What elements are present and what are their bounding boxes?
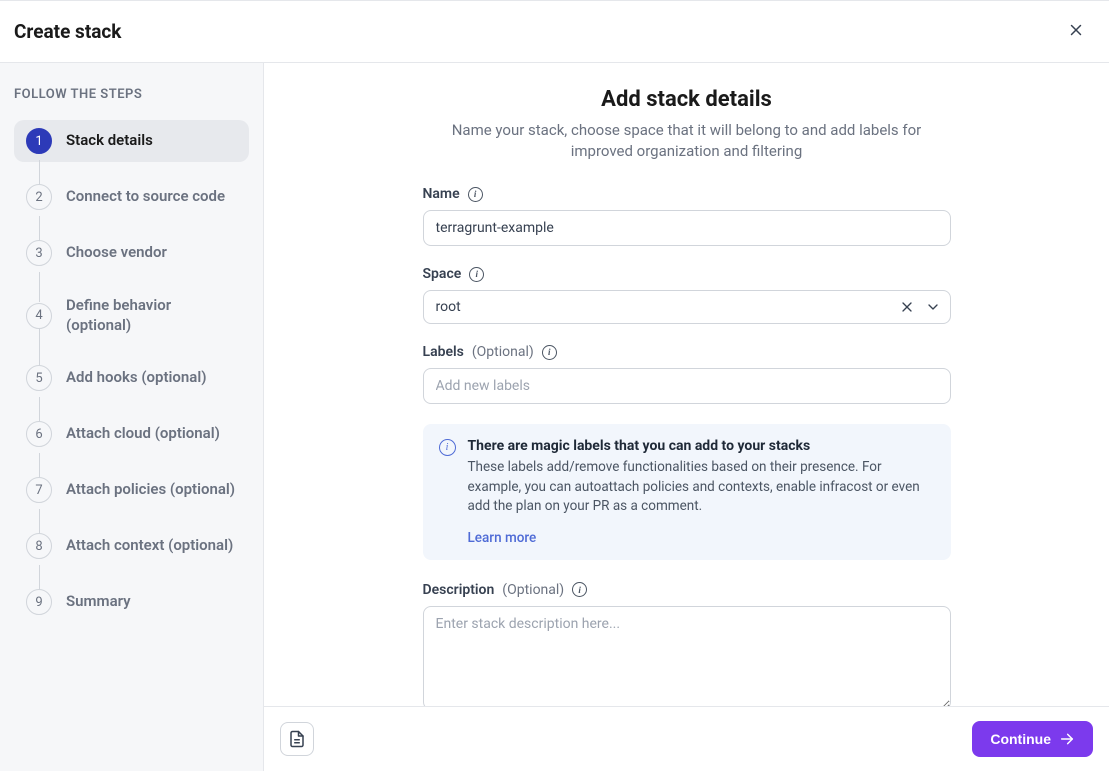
continue-label: Continue <box>990 731 1051 747</box>
step-5[interactable]: 5 Add hooks (optional) <box>14 357 249 399</box>
close-button[interactable] <box>1063 17 1089 46</box>
step-number: 5 <box>26 365 52 391</box>
description-label: Description <box>423 582 495 598</box>
field-name: Name i <box>423 186 951 246</box>
step-4[interactable]: 4 Define behavior (optional) <box>14 288 249 343</box>
space-label: Space <box>423 266 462 282</box>
magic-labels-callout: i There are magic labels that you can ad… <box>423 424 951 560</box>
name-input[interactable] <box>423 210 951 246</box>
step-1[interactable]: 1 Stack details <box>14 120 249 162</box>
space-select[interactable]: root <box>423 290 951 324</box>
step-number: 8 <box>26 533 52 559</box>
step-number: 7 <box>26 477 52 503</box>
step-number: 9 <box>26 589 52 615</box>
main-panel: Add stack details Name your stack, choos… <box>264 63 1109 771</box>
steps-sidebar: Follow the steps 1 Stack details 2 Connect … <box>0 63 264 771</box>
field-description: Description (Optional) i <box>423 582 951 706</box>
info-icon[interactable]: i <box>542 345 557 360</box>
info-icon: i <box>439 439 456 456</box>
arrow-right-icon <box>1059 731 1075 747</box>
labels-input[interactable] <box>423 368 951 404</box>
step-9[interactable]: 9 Summary <box>14 581 249 623</box>
modal-title: Create stack <box>14 20 121 43</box>
step-label: Stack details <box>66 131 153 151</box>
step-7[interactable]: 7 Attach policies (optional) <box>14 469 249 511</box>
callout-text: These labels add/remove functionalities … <box>468 458 935 517</box>
step-label: Attach context (optional) <box>66 536 233 556</box>
info-icon[interactable]: i <box>469 267 484 282</box>
info-icon[interactable]: i <box>468 187 483 202</box>
document-button[interactable] <box>280 722 314 756</box>
field-labels: Labels (Optional) i <box>423 344 951 404</box>
step-2[interactable]: 2 Connect to source code <box>14 176 249 218</box>
step-8[interactable]: 8 Attach context (optional) <box>14 525 249 567</box>
modal-header: Create stack <box>0 0 1109 63</box>
step-label: Attach policies (optional) <box>66 480 235 500</box>
callout-title: There are magic labels that you can add … <box>468 438 935 454</box>
clear-icon[interactable] <box>899 299 915 315</box>
labels-optional: (Optional) <box>472 344 534 360</box>
step-number: 3 <box>26 240 52 266</box>
step-6[interactable]: 6 Attach cloud (optional) <box>14 413 249 455</box>
name-label: Name <box>423 186 460 202</box>
page-title: Add stack details <box>304 87 1069 112</box>
step-label: Summary <box>66 592 131 612</box>
document-icon <box>288 730 306 748</box>
step-label: Attach cloud (optional) <box>66 424 220 444</box>
step-number: 4 <box>26 303 52 329</box>
page-subtitle: Name your stack, choose space that it wi… <box>427 120 947 162</box>
sidebar-heading: Follow the steps <box>14 87 249 102</box>
description-optional: (Optional) <box>502 582 564 598</box>
step-label: Add hooks (optional) <box>66 368 207 388</box>
info-icon[interactable]: i <box>572 582 587 597</box>
step-label: Define behavior (optional) <box>66 296 237 335</box>
close-icon <box>1067 21 1085 39</box>
step-number: 1 <box>26 128 52 154</box>
footer-bar: Continue <box>264 706 1109 771</box>
step-label: Connect to source code <box>66 187 225 207</box>
learn-more-link[interactable]: Learn more <box>468 530 537 546</box>
step-3[interactable]: 3 Choose vendor <box>14 232 249 274</box>
labels-label: Labels <box>423 344 464 360</box>
step-number: 2 <box>26 184 52 210</box>
chevron-down-icon[interactable] <box>925 299 941 315</box>
description-textarea[interactable] <box>423 606 951 706</box>
step-number: 6 <box>26 421 52 447</box>
step-label: Choose vendor <box>66 243 167 263</box>
continue-button[interactable]: Continue <box>972 721 1093 757</box>
field-space: Space i root <box>423 266 951 324</box>
